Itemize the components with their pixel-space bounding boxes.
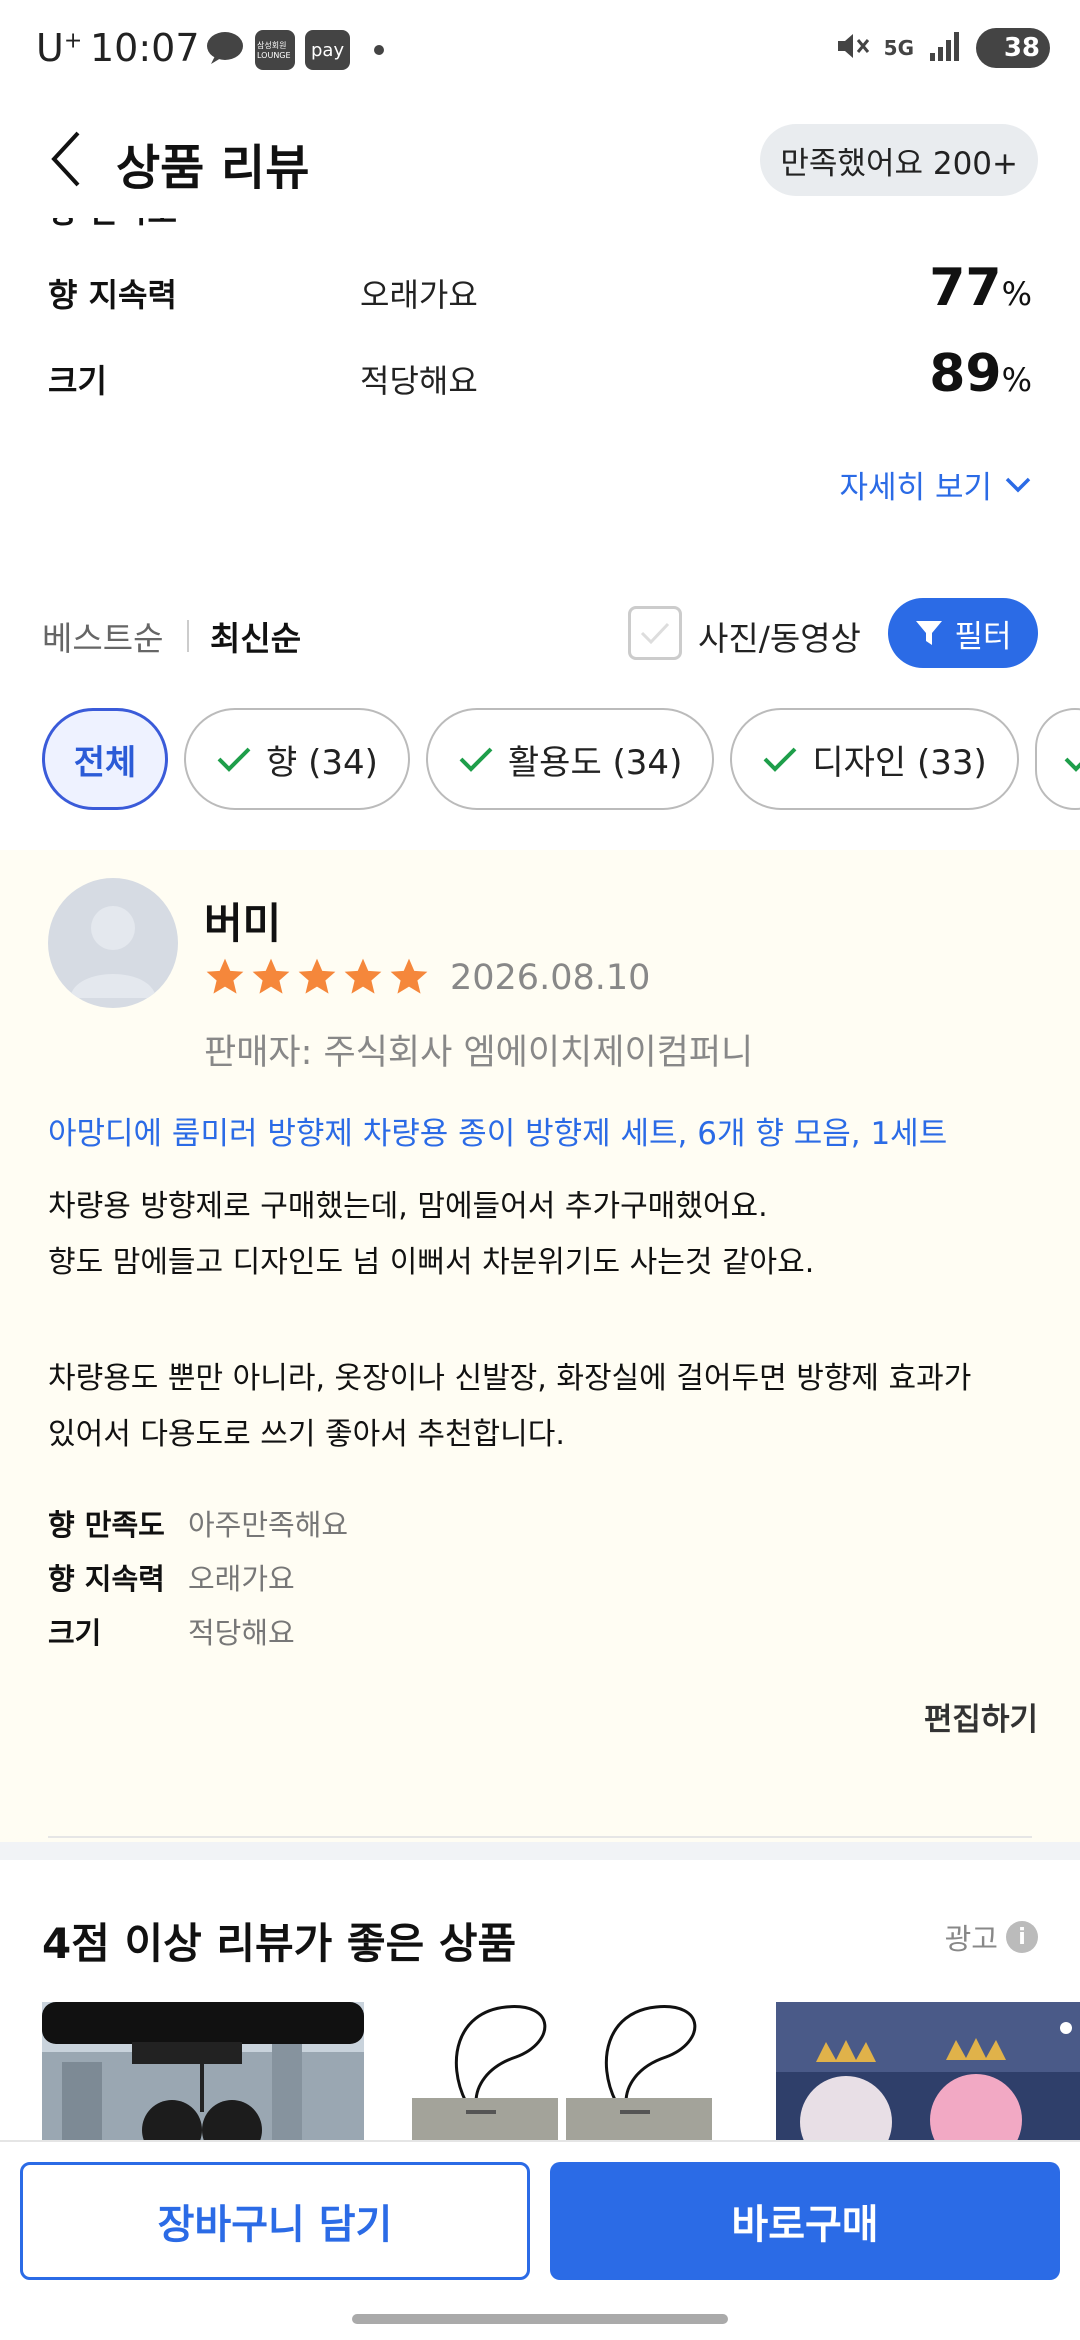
summary-row-value: 적당해요: [360, 362, 478, 400]
star-icon: [252, 958, 290, 994]
summary-row-percent: 77%: [929, 258, 1032, 318]
lounge-chip: 삼성회원 LOUNGE: [255, 30, 295, 70]
network-5g-icon: 5G: [883, 36, 914, 60]
star-icon: [344, 958, 382, 994]
summary-row-percent: 89%: [929, 344, 1032, 404]
chip-label: 전체: [73, 742, 137, 783]
star-rating: [204, 956, 430, 998]
more-dot-icon: [374, 45, 385, 55]
summary-row-value: 오래가요: [360, 276, 478, 314]
avatar: [48, 878, 178, 1008]
summary-row-name: 향 지속력: [48, 276, 177, 314]
summary-row-name: 크기: [48, 362, 107, 400]
star-icon: [390, 958, 428, 994]
carrier-label: U+: [36, 26, 83, 70]
attribute-value: 오래가요: [188, 1562, 295, 1596]
chip-usability[interactable]: 활용도 (34): [425, 708, 715, 810]
notification-icons: 삼성회원 LOUNGE pay: [205, 30, 385, 70]
product-image-crystal-ornament[interactable]: [776, 2002, 1080, 2140]
attribute-name: 향 지속력: [48, 1562, 165, 1596]
photo-video-label[interactable]: 사진/동영상: [698, 612, 861, 660]
chip-all[interactable]: 전체: [42, 708, 168, 810]
filter-button[interactable]: 필터: [888, 598, 1038, 668]
summary-row: 크기 적당해요 89%: [48, 344, 1038, 414]
chevron-left-icon: [51, 131, 80, 187]
sort-newest-button[interactable]: 최신순: [210, 612, 301, 660]
summary-row-partial: 향 만족도: [48, 218, 1038, 230]
topic-chips: 전체 향 (34) 활용도 (34) 디자인 (33): [42, 708, 1080, 814]
satisfied-count-pill[interactable]: 만족했어요 200+: [760, 124, 1038, 196]
product-link[interactable]: 아망디에 룸미러 방향제 차량용 종이 방향제 세트, 6개 향 모음, 1세트: [48, 1108, 947, 1153]
attribute-value: 아주만족해요: [188, 1508, 349, 1542]
bottom-action-bar: 장바구니 담기 바로구매: [0, 2140, 1080, 2340]
product-image-paper-freshener[interactable]: [406, 2002, 728, 2140]
chip-more[interactable]: [1034, 708, 1080, 810]
review-text-line: 향도 맘에들고 디자인도 넘 이뻐서 차분위기도 사는것 같아요.: [48, 1245, 815, 1280]
pay-chip: pay: [305, 30, 351, 70]
filter-label: 필터: [954, 618, 1012, 655]
system-icons: 5G 38: [834, 28, 1050, 68]
photo-video-checkbox[interactable]: [628, 606, 682, 660]
attribute-name: 향 만족도: [48, 1508, 165, 1542]
see-details-label: 자세히 보기: [839, 470, 992, 506]
ad-label-text: 광고: [944, 1922, 998, 1956]
reviewer-name: 버미: [204, 899, 282, 948]
chip-scent[interactable]: 향 (34): [184, 708, 410, 810]
section-divider: [0, 1842, 1080, 1860]
chip-design[interactable]: 디자인 (33): [730, 708, 1019, 810]
chip-label: 활용도 (34): [507, 742, 683, 783]
home-indicator[interactable]: [352, 2314, 728, 2324]
page-title: 상품 리뷰: [116, 140, 310, 196]
divider: [48, 1836, 1032, 1838]
check-icon: [217, 747, 251, 772]
clock-time: 10:07: [90, 26, 200, 70]
review-card: 버미 2026.08.10 판매자: 주식회사 엠에이치제이컴퍼니 아망디에 룸…: [0, 850, 1080, 1842]
sort-best-button[interactable]: 베스트순: [42, 612, 163, 660]
signal-icon: [928, 29, 962, 67]
buy-now-button[interactable]: 바로구매: [550, 2162, 1060, 2280]
edit-review-button[interactable]: 편집하기: [924, 1694, 1038, 1739]
attribute-value: 적당해요: [188, 1616, 295, 1650]
recommend-title: 4점 이상 리뷰가 좋은 상품: [42, 1919, 517, 1968]
user-silhouette-icon: [70, 906, 156, 998]
attribute-name: 크기: [48, 1616, 102, 1650]
chevron-down-icon: [1005, 477, 1031, 492]
check-icon: [1064, 757, 1080, 772]
ad-label[interactable]: 광고 i: [945, 1916, 1038, 1958]
funnel-icon: [916, 621, 943, 645]
review-text-line: 있어서 다용도로 쓰기 좋아서 추천합니다.: [48, 1417, 565, 1452]
product-image-car-mirror[interactable]: [42, 2002, 364, 2140]
review-text-line: 차량용도 뿐만 아니라, 옷장이나 신발장, 화장실에 걸어두면 방향제 효과가: [48, 1361, 972, 1396]
star-icon: [298, 958, 336, 994]
check-icon: [459, 747, 493, 772]
info-icon: i: [1006, 1921, 1038, 1953]
chip-label: 디자인 (33): [812, 742, 987, 783]
summary-partial-label: 향 만족도: [48, 218, 177, 230]
chip-label: 향 (34): [266, 742, 378, 783]
status-bar: U+ 10:07 삼성회원 LOUNGE pay 5G 38: [0, 0, 1080, 100]
mute-icon: [834, 28, 870, 68]
talk-bubble-icon: [205, 30, 245, 70]
review-date: 2026.08.10: [450, 958, 651, 998]
seller-name: 판매자: 주식회사 엠에이치제이컴퍼니: [204, 1033, 754, 1073]
check-icon: [640, 622, 670, 645]
review-text-line: 차량용 방향제로 구매했는데, 맘에들어서 추가구매했어요.: [48, 1189, 768, 1224]
check-icon: [763, 747, 797, 772]
sort-divider: [187, 620, 189, 652]
battery-indicator: 38: [976, 28, 1050, 68]
app-header: 상품 리뷰 만족했어요 200+: [0, 100, 1080, 218]
back-button[interactable]: [36, 124, 96, 194]
star-icon: [206, 958, 244, 994]
summary-row: 향 지속력 오래가요 77%: [48, 258, 1038, 328]
add-to-cart-button[interactable]: 장바구니 담기: [20, 2162, 530, 2280]
see-details-link[interactable]: 자세히 보기: [840, 462, 1032, 507]
